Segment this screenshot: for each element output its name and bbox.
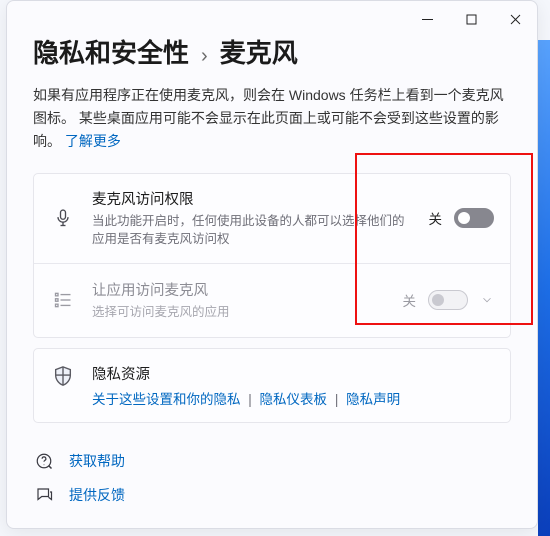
resources-title: 隐私资源: [92, 363, 494, 384]
page-content: 隐私和安全性 › 麦克风 如果有应用程序正在使用麦克风，则会在 Windows …: [7, 31, 537, 525]
chevron-down-icon: [480, 293, 494, 307]
microphone-access-row: 麦克风访问权限 当此功能开启时，任何使用此设备的人都可以选择他们的应用是否有麦克…: [34, 174, 510, 262]
breadcrumb: 隐私和安全性 › 麦克风: [33, 33, 511, 70]
apps-list-icon: [48, 290, 78, 310]
breadcrumb-separator: ›: [201, 45, 208, 68]
titlebar: [7, 1, 537, 31]
about-settings-link[interactable]: 关于这些设置和你的隐私: [92, 392, 241, 407]
feedback-icon: [33, 486, 55, 504]
shield-icon: [48, 363, 78, 387]
get-help-link[interactable]: 获取帮助: [33, 451, 511, 471]
link-divider: |: [335, 392, 339, 407]
apps-access-subtitle: 选择可访问麦克风的应用: [92, 303, 389, 321]
mic-access-toggle[interactable]: [454, 208, 494, 228]
footer-links: 获取帮助 提供反馈: [33, 451, 511, 505]
link-divider: |: [248, 392, 252, 407]
get-help-label: 获取帮助: [69, 451, 125, 471]
privacy-dashboard-link[interactable]: 隐私仪表板: [260, 392, 328, 407]
privacy-resources-card[interactable]: 隐私资源 关于这些设置和你的隐私 | 隐私仪表板 | 隐私声明: [33, 348, 511, 423]
apps-access-state: 关: [403, 290, 417, 310]
desktop-accent-stripe: [538, 40, 550, 536]
page-description: 如果有应用程序正在使用麦克风，则会在 Windows 任务栏上看到一个麦克风图标…: [33, 84, 511, 153]
privacy-statement-link[interactable]: 隐私声明: [346, 392, 400, 407]
resources-links: 关于这些设置和你的隐私 | 隐私仪表板 | 隐私声明: [92, 388, 494, 408]
apps-access-title: 让应用访问麦克风: [92, 279, 389, 300]
feedback-label: 提供反馈: [69, 485, 125, 505]
settings-window: 隐私和安全性 › 麦克风 如果有应用程序正在使用麦克风，则会在 Windows …: [6, 0, 538, 529]
mic-access-title: 麦克风访问权限: [92, 188, 415, 209]
breadcrumb-category[interactable]: 隐私和安全性: [33, 33, 189, 70]
settings-group: 麦克风访问权限 当此功能开启时，任何使用此设备的人都可以选择他们的应用是否有麦克…: [33, 173, 511, 337]
mic-access-state: 关: [429, 208, 443, 228]
feedback-link[interactable]: 提供反馈: [33, 485, 511, 505]
page-title: 麦克风: [220, 33, 298, 70]
apps-access-row[interactable]: 让应用访问麦克风 选择可访问麦克风的应用 关: [34, 263, 510, 337]
help-icon: [33, 452, 55, 470]
minimize-button[interactable]: [405, 5, 449, 33]
maximize-button[interactable]: [449, 5, 493, 33]
mic-access-subtitle: 当此功能开启时，任何使用此设备的人都可以选择他们的应用是否有麦克风访问权: [92, 212, 415, 248]
close-button[interactable]: [493, 5, 537, 33]
apps-access-toggle: [428, 290, 468, 310]
microphone-icon: [48, 208, 78, 228]
learn-more-link[interactable]: 了解更多: [65, 133, 121, 149]
